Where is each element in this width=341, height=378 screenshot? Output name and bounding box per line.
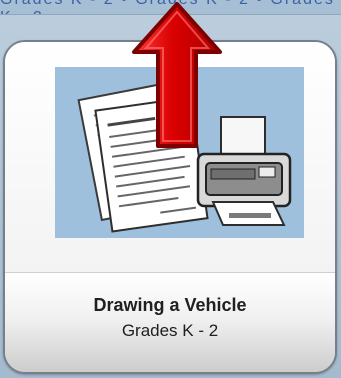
card-subtitle: Grades K - 2 <box>121 321 219 340</box>
red-up-arrow-icon <box>128 0 226 150</box>
card-title: Drawing a Vehicle <box>93 295 247 315</box>
